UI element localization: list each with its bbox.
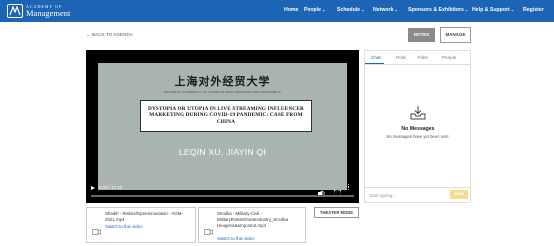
panel-tabs: Chat Polls Files People [365,51,471,65]
video-time: 0:00 / 17:22 [99,185,123,190]
tab-files[interactable]: Files [418,55,428,60]
side-panel: Chat Polls Files People No Messages No m… [364,50,471,203]
chevron-down-icon: ⌄ [322,7,326,12]
nav-sponsors[interactable]: Sponsors & Exhibitors⌄ [408,7,468,13]
play-icon[interactable] [91,186,95,190]
nav-help[interactable]: Help & Support⌄ [472,7,514,13]
send-button[interactable]: SEND [450,190,468,199]
tab-people[interactable]: People [442,55,456,60]
chat-input-area: Start typing... SEND [365,187,471,203]
inbox-icon [410,106,426,125]
tab-polls[interactable]: Polls [396,55,406,60]
volume-icon[interactable] [318,184,326,202]
fullscreen-icon[interactable] [333,184,342,202]
video-title: Smolka - Military-Civil. - MilitaryRolei… [217,211,289,228]
slide-title: DYSTOPIA OR UTOPIA IN LIVE STREAMING INF… [148,106,304,125]
nav-register[interactable]: Register [523,7,544,13]
slide-heading: 上海对外经贸大学 [174,75,271,88]
video-card-2[interactable]: Smolka - Military-Civil. - MilitaryRolei… [198,207,306,243]
video-file-icon [204,222,213,240]
chat-input[interactable]: Start typing... [369,193,396,198]
more-icon[interactable] [348,184,350,192]
top-nav: ACADEMY OF Management Home People⌄ Sched… [0,0,554,22]
switch-video-link[interactable]: Switch to this video [105,224,143,229]
video-card-1[interactable]: Shaikh - RisksofOpenInnovation - AOM-202… [86,207,196,243]
video-file-icon [92,222,101,240]
chevron-down-icon: ⌄ [361,7,365,12]
switch-video-link[interactable]: Switch to this video [217,236,255,241]
chevron-down-icon: ⌄ [510,7,515,12]
nav-people[interactable]: People⌄ [304,7,325,13]
tab-chat[interactable]: Chat [371,55,381,60]
video-controls: 0:00 / 17:22 [86,183,359,203]
nav-home[interactable]: Home [284,7,298,13]
nav-schedule[interactable]: Schedule⌄ [337,7,364,13]
chevron-down-icon: ⌄ [464,7,469,12]
empty-title: No Messages [401,126,435,132]
notes-button[interactable]: NOTES [408,28,435,42]
empty-subtitle: No messages have yet been sent. [386,134,450,139]
video-player[interactable]: 上海对外经贸大学 SHANGHAI UNIVERSITY OF INTERNAT… [86,50,359,203]
theater-mode-button[interactable]: THEATER MODE [314,207,359,218]
video-frame-slide: 上海对外经贸大学 SHANGHAI UNIVERSITY OF INTERNAT… [98,63,347,190]
manage-button[interactable]: MANAGE [440,27,471,43]
logo-icon [7,4,23,18]
slide-subheading: SHANGHAI UNIVERSITY OF INTERNATIONAL BUS… [164,90,281,94]
logo-text-bottom: Management [26,8,71,18]
slide-title-box: DYSTOPIA OR UTOPIA IN LIVE STREAMING INF… [140,100,312,132]
academy-logo[interactable]: ACADEMY OF Management [7,3,71,19]
progress-bar[interactable] [91,195,354,197]
nav-network[interactable]: Network⌄ [373,7,398,13]
slide-authors: LEQIN XU, JIAYIN QI [178,147,267,157]
chevron-down-icon: ⌄ [394,7,398,12]
video-title: Shaikh - RisksofOpenInnovation - AOM-202… [105,211,183,222]
active-tab-indicator [365,63,384,65]
back-to-agenda-link[interactable]: ← BACK TO AGENDA [86,32,133,37]
